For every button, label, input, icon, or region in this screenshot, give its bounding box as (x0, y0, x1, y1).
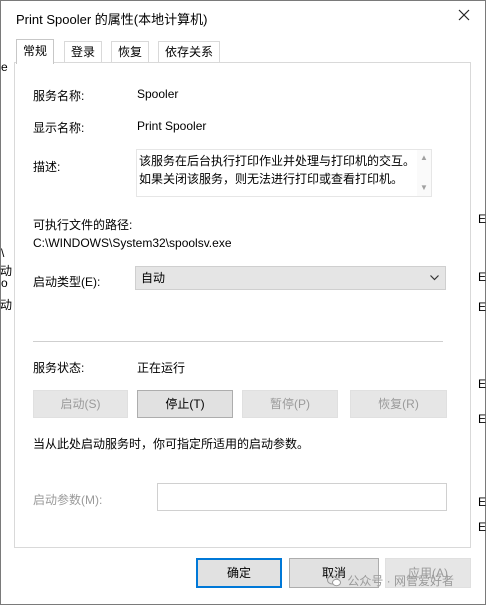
tab-recovery[interactable]: 恢复 (111, 41, 150, 63)
resume-button[interactable]: 恢复(R) (350, 390, 447, 418)
startup-type-value: 自动 (141, 271, 166, 285)
window-title: Print Spooler 的属性(本地计算机) (16, 12, 208, 27)
startup-type-label: 启动类型(E): (33, 275, 101, 289)
scroll-down-icon[interactable]: ▼ (420, 184, 428, 192)
tab-dependencies[interactable]: 依存关系 (158, 41, 221, 63)
background-fragment: E (478, 495, 486, 509)
service-name-value: Spooler (137, 87, 179, 101)
display-name-value: Print Spooler (137, 119, 207, 133)
service-status-value: 正在运行 (137, 361, 186, 375)
start-params-label: 启动参数(M): (33, 493, 103, 507)
startup-type-select[interactable]: 自动 (135, 266, 446, 290)
watermark-text: 公众号 · 网管爱好者 (347, 574, 455, 588)
start-params-input[interactable] (157, 483, 447, 511)
background-fragment: E (478, 412, 486, 426)
background-fragment: o (1, 276, 8, 290)
background-fragment: E (478, 212, 486, 226)
tab-general[interactable]: 常规 (16, 39, 55, 64)
service-status-label: 服务状态: (33, 361, 85, 375)
close-button[interactable] (452, 2, 476, 28)
close-icon (458, 9, 470, 21)
background-fragment: e (1, 60, 8, 74)
startup-hint-text: 当从此处启动服务时，你可指定所适用的启动参数。 (33, 437, 310, 451)
description-scrollbar[interactable]: ▲ ▼ (417, 150, 431, 196)
background-fragment: 动 (0, 298, 13, 312)
wechat-icon (327, 575, 341, 587)
pause-button[interactable]: 暂停(P) (242, 390, 338, 418)
chevron-down-icon (430, 275, 439, 281)
description-label: 描述: (33, 160, 61, 174)
divider (33, 341, 443, 342)
exe-path-value: C:\WINDOWS\System32\spoolsv.exe (33, 236, 232, 250)
start-button[interactable]: 启动(S) (33, 390, 128, 418)
ok-button[interactable]: 确定 (196, 558, 282, 588)
background-fragment: E (478, 270, 486, 284)
background-fragment: E (478, 300, 486, 314)
background-fragment: \ (1, 246, 5, 260)
watermark: 公众号 · 网管爱好者 (327, 572, 454, 589)
tab-logon[interactable]: 登录 (64, 41, 103, 63)
stop-button[interactable]: 停止(T) (137, 390, 233, 418)
exe-path-label: 可执行文件的路径: (33, 218, 133, 232)
description-textbox[interactable]: 该服务在后台执行打印作业并处理与打印机的交互。如果关闭该服务，则无法进行打印或查… (136, 149, 432, 197)
background-fragment: E (478, 377, 486, 391)
description-text: 该服务在后台执行打印作业并处理与打印机的交互。如果关闭该服务，则无法进行打印或查… (139, 154, 416, 186)
scroll-up-icon[interactable]: ▲ (420, 154, 428, 162)
display-name-label: 显示名称: (33, 121, 85, 135)
service-name-label: 服务名称: (33, 89, 85, 103)
background-fragment: E (478, 520, 486, 534)
